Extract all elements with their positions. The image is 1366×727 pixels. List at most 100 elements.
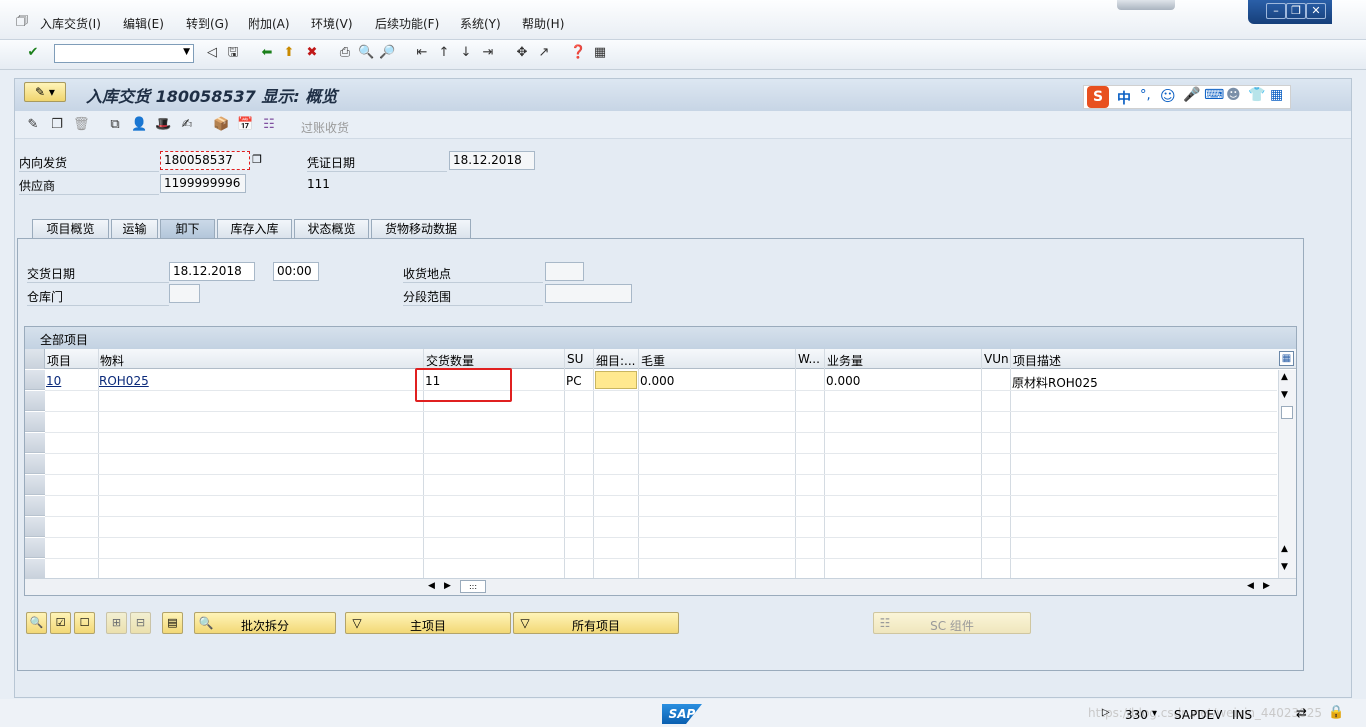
scroll-page-down-icon[interactable]: ▼ bbox=[1281, 562, 1288, 572]
col-delivery-qty[interactable]: 交货数量 bbox=[426, 352, 474, 369]
row-selector[interactable] bbox=[25, 475, 45, 495]
scroll-thumb[interactable] bbox=[1281, 406, 1293, 419]
next-page-icon[interactable]: ↓ bbox=[458, 45, 474, 61]
col-gross-weight[interactable]: 毛重 bbox=[641, 352, 665, 369]
previous-page-icon[interactable]: ↑ bbox=[436, 45, 452, 61]
collapse-arrow-icon[interactable]: ◁ bbox=[204, 45, 220, 61]
col-volume-unit[interactable]: VUn bbox=[984, 352, 1009, 366]
save-icon[interactable]: 🖫 bbox=[225, 45, 241, 61]
row-selector[interactable] bbox=[25, 370, 45, 390]
shortcut-icon[interactable]: ↗ bbox=[536, 45, 552, 61]
ime-skin-icon[interactable]: 👕 bbox=[1248, 87, 1265, 103]
delivery-time-field[interactable]: 00:00 bbox=[273, 262, 319, 281]
ime-emoji-icon[interactable]: ☺ bbox=[1160, 87, 1176, 105]
row-selector[interactable] bbox=[25, 538, 45, 558]
menu-inbound-delivery[interactable]: 入库交货(I) bbox=[40, 15, 101, 32]
main-item-button[interactable]: ▽ 主项目 bbox=[345, 612, 511, 634]
ime-user-icon[interactable]: ☻ bbox=[1226, 87, 1241, 103]
hscroll-left-end-icon[interactable]: ◀ bbox=[1247, 581, 1254, 591]
hscroll-right-icon[interactable]: ▶ bbox=[444, 581, 451, 591]
menu-edit[interactable]: 编辑(E) bbox=[123, 15, 164, 32]
display-change-toggle-icon[interactable]: ✎ ▾ bbox=[24, 82, 66, 102]
row-volume[interactable]: 0.000 bbox=[826, 374, 860, 388]
col-detail[interactable]: 细目:... bbox=[596, 352, 636, 369]
change-display-icon[interactable]: ✎ bbox=[25, 117, 41, 133]
menu-goto[interactable]: 转到(G) bbox=[186, 15, 229, 32]
menu-help[interactable]: 帮助(H) bbox=[522, 15, 564, 32]
tab-item-overview[interactable]: 项目概览 bbox=[32, 219, 109, 238]
deselect-all-icon[interactable]: ☐ bbox=[74, 612, 95, 634]
col-weight-unit[interactable]: W... bbox=[798, 352, 820, 366]
find-icon[interactable]: 🔍 bbox=[358, 45, 374, 61]
deadlines-icon[interactable]: 📅 bbox=[237, 117, 253, 133]
row-material[interactable]: ROH025 bbox=[99, 374, 149, 388]
menu-system[interactable]: 系统(Y) bbox=[460, 15, 501, 32]
col-item[interactable]: 项目 bbox=[47, 352, 71, 369]
sogou-logo-icon[interactable]: S bbox=[1087, 86, 1109, 108]
col-volume[interactable]: 业务量 bbox=[827, 352, 863, 369]
staging-area-field[interactable] bbox=[545, 284, 632, 303]
vendor-field[interactable]: 1199999996 bbox=[160, 174, 246, 193]
row-item-number[interactable]: 10 bbox=[46, 374, 61, 388]
ime-keyboard-icon[interactable]: ⌨ bbox=[1204, 87, 1224, 103]
close-icon[interactable]: ✕ bbox=[1306, 3, 1326, 19]
tab-goods-movement-data[interactable]: 货物移动数据 bbox=[371, 219, 471, 238]
row-selector[interactable] bbox=[25, 433, 45, 453]
scroll-page-up-icon[interactable]: ▲ bbox=[1281, 544, 1288, 554]
col-su[interactable]: SU bbox=[567, 352, 583, 366]
menu-environment[interactable]: 环境(V) bbox=[311, 15, 353, 32]
col-material[interactable]: 物料 bbox=[100, 352, 124, 369]
configuration-icon[interactable]: ☷ bbox=[261, 117, 277, 133]
ime-chinese-mode[interactable]: 中 bbox=[1117, 88, 1131, 108]
session-dropdown-icon[interactable]: ▾ bbox=[1152, 708, 1157, 719]
row-selector[interactable] bbox=[25, 517, 45, 537]
tab-transport[interactable]: 运输 bbox=[111, 219, 158, 238]
ime-toolbox-icon[interactable]: ▦ bbox=[1270, 87, 1283, 103]
maximize-icon[interactable]: ❐ bbox=[1286, 3, 1306, 19]
hscroll-right-end-icon[interactable]: ▶ bbox=[1263, 581, 1270, 591]
hscroll-thumb[interactable]: ::: bbox=[460, 580, 486, 593]
first-page-icon[interactable]: ⇤ bbox=[414, 45, 430, 61]
warehouse-door-field[interactable] bbox=[169, 284, 200, 303]
tab-status-overview[interactable]: 状态概览 bbox=[294, 219, 369, 238]
help-icon[interactable]: ❓ bbox=[570, 45, 586, 61]
print-icon[interactable]: ⎙ bbox=[337, 45, 353, 61]
scroll-up-icon[interactable]: ▲ bbox=[1281, 372, 1288, 382]
unloading-point-field[interactable] bbox=[545, 262, 584, 281]
texts-icon[interactable]: ✍ bbox=[179, 117, 195, 133]
minimize-icon[interactable]: – bbox=[1266, 3, 1286, 19]
column-settings-icon[interactable]: ▦ bbox=[1279, 351, 1294, 366]
tab-loading[interactable]: 卸下 bbox=[160, 219, 215, 238]
pack-icon[interactable]: 📦 bbox=[213, 117, 229, 133]
document-date-field[interactable]: 18.12.2018 bbox=[449, 151, 535, 170]
inbound-delivery-field[interactable]: 180058537 bbox=[160, 151, 250, 170]
partner-icon[interactable]: 👤 bbox=[131, 117, 147, 133]
select-all-cell[interactable] bbox=[25, 349, 45, 369]
tab-putaway[interactable]: 库存入库 bbox=[217, 219, 292, 238]
lock-icon[interactable]: 🔒 bbox=[1328, 705, 1344, 720]
select-all-icon[interactable]: ☑ bbox=[50, 612, 71, 634]
output-icon[interactable]: 🎩 bbox=[155, 117, 171, 133]
dropdown-arrow-icon[interactable]: ▼ bbox=[183, 47, 190, 57]
batch-icon[interactable]: ▤ bbox=[162, 612, 183, 634]
item-detail-icon[interactable]: 🔍 bbox=[26, 612, 47, 634]
row-detail-field[interactable] bbox=[595, 371, 637, 389]
hscroll-left-icon[interactable]: ◀ bbox=[428, 581, 435, 591]
ime-voice-icon[interactable]: 🎤 bbox=[1183, 87, 1200, 103]
row-selector[interactable] bbox=[25, 496, 45, 516]
row-gross-weight[interactable]: 0.000 bbox=[640, 374, 674, 388]
delivery-date-field[interactable]: 18.12.2018 bbox=[169, 262, 255, 281]
row-selector[interactable] bbox=[25, 559, 45, 579]
create-session-icon[interactable]: ✥ bbox=[514, 45, 530, 61]
scroll-down-icon[interactable]: ▼ bbox=[1281, 390, 1288, 400]
back-icon[interactable]: ⬅ bbox=[259, 45, 275, 61]
cancel-icon[interactable]: ✖ bbox=[304, 45, 320, 61]
menu-icon[interactable]: 🗇 bbox=[16, 12, 28, 34]
ime-punctuation-icon[interactable]: °, bbox=[1140, 88, 1151, 103]
exit-icon[interactable]: ⬆ bbox=[281, 45, 297, 61]
header-details-icon[interactable]: ⧉ bbox=[107, 117, 123, 133]
menu-extras[interactable]: 附加(A) bbox=[248, 15, 290, 32]
last-page-icon[interactable]: ⇥ bbox=[480, 45, 496, 61]
menu-follow-on[interactable]: 后续功能(F) bbox=[375, 15, 439, 32]
copy-icon[interactable]: ❐ bbox=[250, 153, 264, 167]
